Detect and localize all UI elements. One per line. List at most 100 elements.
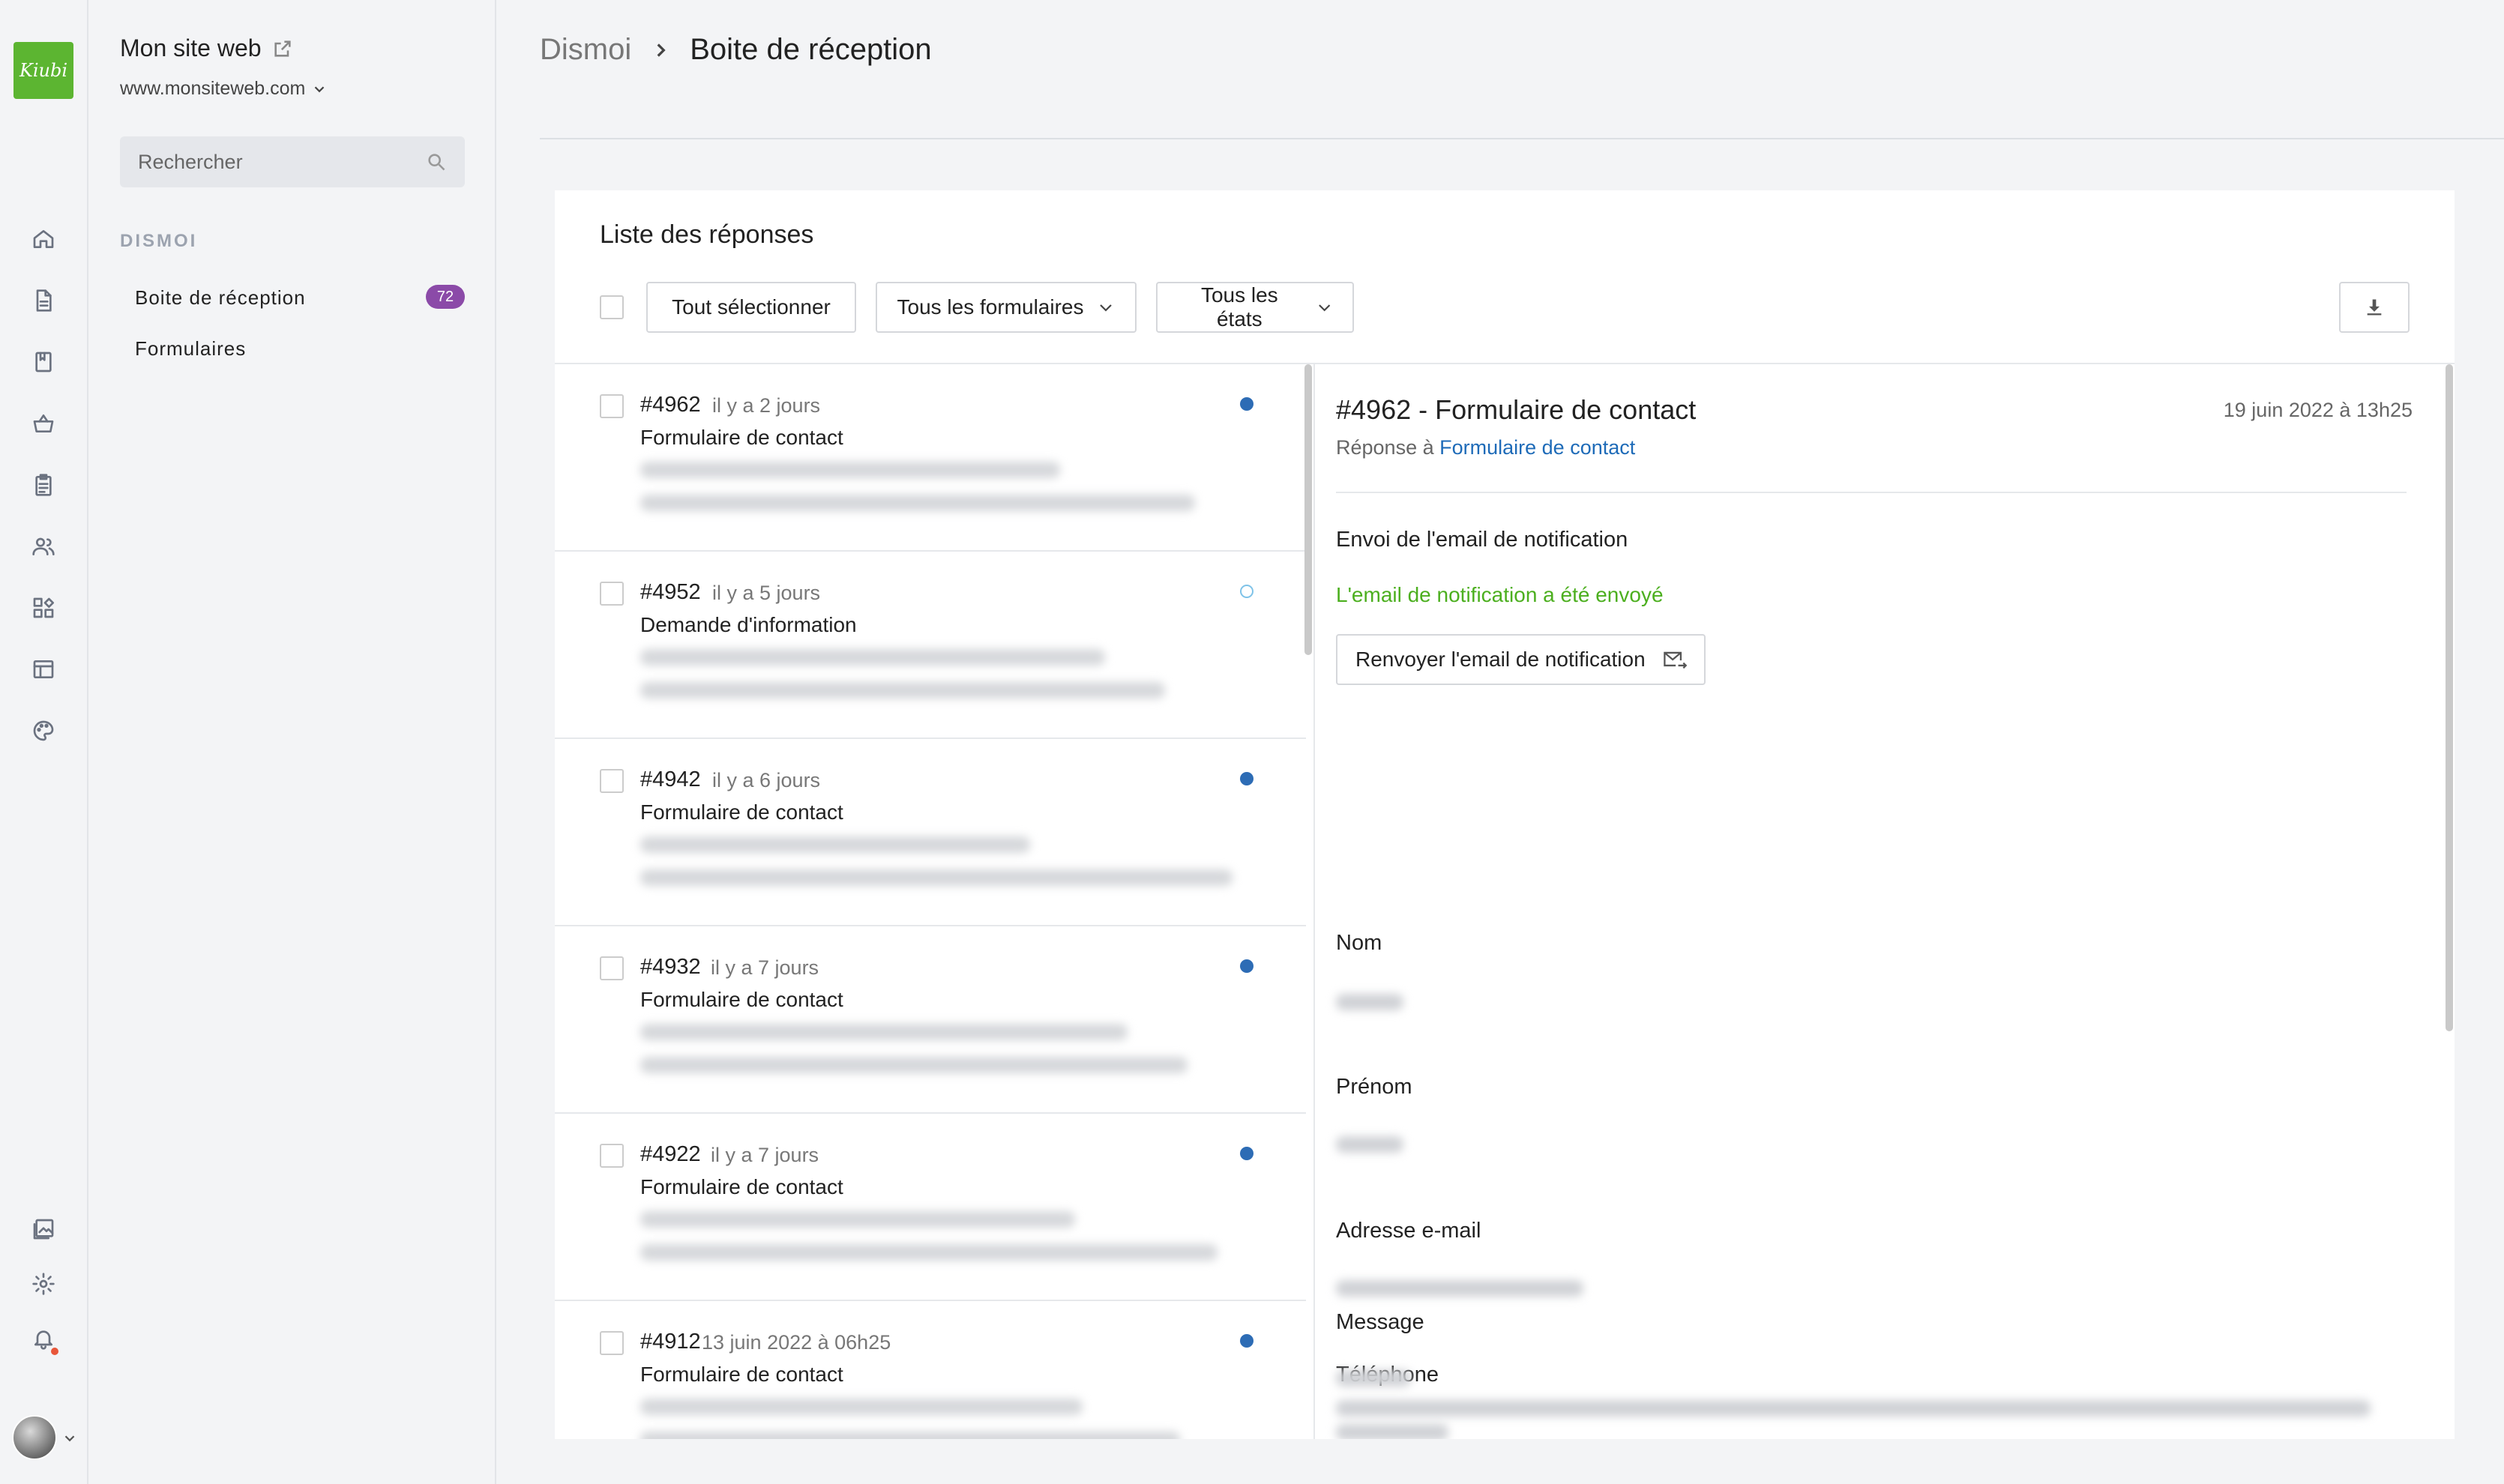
list-item[interactable]: #4922 il y a 7 jours Formulaire de conta… [555, 1114, 1306, 1301]
list-item[interactable]: #4932 il y a 7 jours Formulaire de conta… [555, 926, 1306, 1114]
media-icon[interactable] [28, 1214, 58, 1244]
card-title: Liste des réponses [600, 220, 814, 249]
item-time: il y a 2 jours [712, 394, 821, 417]
apps-icon[interactable] [28, 593, 58, 623]
breadcrumb-root[interactable]: Dismoi [540, 33, 631, 67]
read-dot [1240, 585, 1253, 598]
item-number: #4952 [640, 580, 701, 604]
section-label: DISMOI [120, 231, 198, 251]
list-item[interactable]: #4942 il y a 6 jours Formulaire de conta… [555, 739, 1306, 926]
detail-divider [1336, 492, 2407, 493]
clipboard-icon[interactable] [28, 470, 58, 500]
chevron-down-icon [1100, 304, 1113, 312]
palette-icon[interactable] [28, 716, 58, 746]
download-icon [2367, 299, 2382, 316]
notification-status: L'email de notification a été envoyé [1336, 583, 1664, 606]
item-time: il y a 7 jours [711, 1144, 819, 1166]
states-filter-dropdown[interactable]: Tous les états [1156, 282, 1354, 333]
item-checkbox[interactable] [600, 956, 624, 980]
item-preview-blurred [640, 1211, 1075, 1228]
header-divider [540, 138, 2504, 139]
site-url-selector[interactable]: www.monsiteweb.com [120, 78, 328, 100]
item-number: #4912 [640, 1330, 701, 1354]
forms-filter-dropdown[interactable]: Tous les formulaires [876, 282, 1137, 333]
item-number: #4932 [640, 955, 701, 979]
unread-dot [1240, 397, 1253, 411]
item-form: Formulaire de contact [640, 988, 843, 1011]
home-icon[interactable] [28, 224, 58, 254]
item-form: Formulaire de contact [640, 1363, 843, 1386]
item-checkbox[interactable] [600, 394, 624, 418]
responses-card: Liste des réponses Tout sélectionner Tou… [555, 190, 2455, 1439]
select-all-button[interactable]: Tout sélectionner [646, 282, 856, 333]
list-scrollbar[interactable] [1304, 364, 1312, 655]
download-button[interactable] [2339, 282, 2410, 333]
search-icon[interactable] [426, 151, 447, 172]
item-preview-blurred [640, 495, 1195, 511]
item-number: #4922 [640, 1142, 701, 1166]
site-title[interactable]: Mon site web [120, 34, 293, 62]
breadcrumb: Dismoi Boite de réception [540, 33, 932, 67]
sidebar-item-forms[interactable]: Formulaires [135, 337, 246, 361]
layout-icon[interactable] [28, 654, 58, 684]
form-link[interactable]: Formulaire de contact [1439, 436, 1635, 459]
resend-notification-button[interactable]: Renvoyer l'email de notification [1336, 634, 1706, 685]
field-value-blurred [1336, 1370, 1411, 1387]
chevron-down-icon[interactable] [61, 1430, 78, 1447]
response-detail: #4962 - Formulaire de contact 19 juin 20… [1315, 363, 2455, 1439]
inbox-count-badge: 72 [426, 285, 465, 309]
unread-dot [1240, 772, 1253, 785]
page-title: Boite de réception [690, 33, 932, 66]
item-checkbox[interactable] [600, 769, 624, 793]
field-value-blurred [1336, 994, 1403, 1010]
item-time: il y a 7 jours [711, 956, 819, 979]
list-item[interactable]: #4912 13 juin 2022 à 06h25 Formulaire de… [555, 1301, 1306, 1439]
sidebar: Mon site web www.monsiteweb.com DISMOI B… [88, 0, 496, 1484]
field-label-email: Adresse e-mail [1336, 1219, 1481, 1243]
basket-icon[interactable] [28, 408, 58, 438]
kiubi-logo[interactable]: Kiubi [13, 42, 73, 99]
notification-dot [51, 1348, 58, 1355]
chevron-down-icon [1318, 304, 1330, 312]
select-all-checkbox[interactable] [600, 295, 624, 319]
field-value-blurred [1336, 1136, 1403, 1153]
item-checkbox[interactable] [600, 1144, 624, 1168]
item-preview-blurred [640, 1024, 1128, 1040]
detail-scrollbar[interactable] [2446, 364, 2453, 1031]
chevron-down-icon [315, 85, 325, 92]
item-preview-blurred [640, 462, 1060, 478]
field-label-message: Message [1336, 1310, 1424, 1334]
gear-icon[interactable] [28, 1269, 58, 1299]
item-preview-blurred [640, 869, 1233, 886]
book-icon[interactable] [28, 347, 58, 377]
item-checkbox[interactable] [600, 1331, 624, 1355]
users-icon[interactable] [28, 531, 58, 561]
item-preview-blurred [640, 1244, 1218, 1261]
item-checkbox[interactable] [600, 582, 624, 606]
item-number: #4942 [640, 767, 701, 791]
icon-rail: Kiubi [0, 0, 88, 1484]
item-time: il y a 6 jours [712, 769, 821, 791]
item-preview-blurred [640, 836, 1030, 853]
avatar[interactable] [12, 1415, 57, 1460]
item-form: Demande d'information [640, 613, 857, 636]
field-value-blurred [1336, 1424, 1448, 1439]
search-input[interactable] [138, 150, 426, 174]
item-preview-blurred [640, 649, 1105, 666]
item-form: Formulaire de contact [640, 800, 843, 824]
item-preview-blurred [640, 1057, 1188, 1073]
sidebar-item-inbox[interactable]: Boite de réception [135, 286, 306, 310]
list-item[interactable]: #4962 il y a 2 jours Formulaire de conta… [555, 364, 1306, 552]
detail-subtitle: Réponse à Formulaire de contact [1336, 436, 1636, 459]
unread-dot [1240, 1147, 1253, 1160]
list-item[interactable]: #4952 il y a 5 jours Demande d'informati… [555, 552, 1306, 739]
chevron-right-icon [657, 43, 666, 57]
field-value-blurred [1336, 1280, 1583, 1297]
external-link-icon[interactable] [272, 38, 293, 59]
unread-dot [1240, 1334, 1253, 1348]
page-icon[interactable] [28, 286, 58, 316]
detail-title: #4962 - Formulaire de contact [1336, 394, 1697, 425]
main-content: Dismoi Boite de réception Liste des répo… [496, 0, 2504, 1484]
mail-forward-icon [1663, 651, 1687, 669]
field-label-prenom: Prénom [1336, 1075, 1412, 1099]
